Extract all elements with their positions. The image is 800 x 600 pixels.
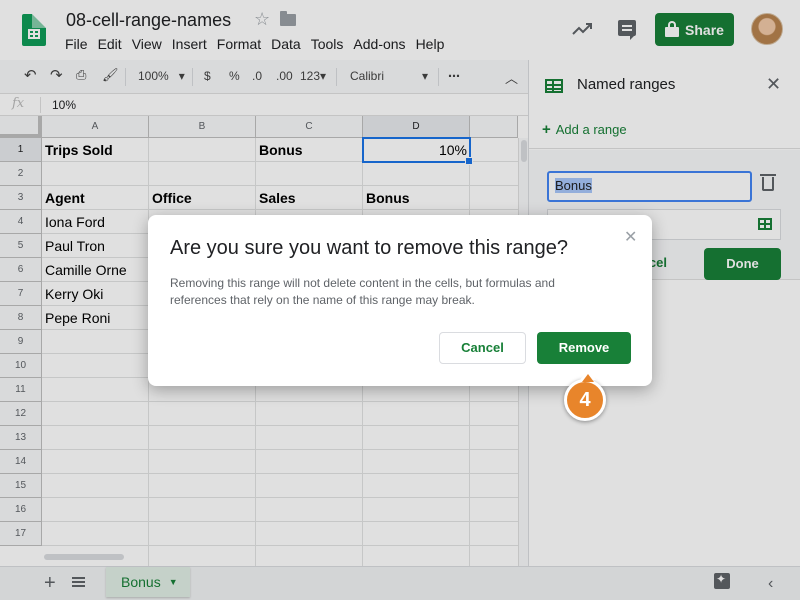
dialog-message: Removing this range will not delete cont… [170,276,555,307]
cancel-button[interactable]: Cancel [439,332,526,364]
step-callout-badge: 4 [564,370,606,421]
dialog-title: Are you sure you want to remove this ran… [170,237,568,259]
remove-range-dialog: Are you sure you want to remove this ran… [148,215,652,386]
remove-button[interactable]: Remove [537,332,631,364]
close-icon[interactable]: ✕ [624,227,637,247]
